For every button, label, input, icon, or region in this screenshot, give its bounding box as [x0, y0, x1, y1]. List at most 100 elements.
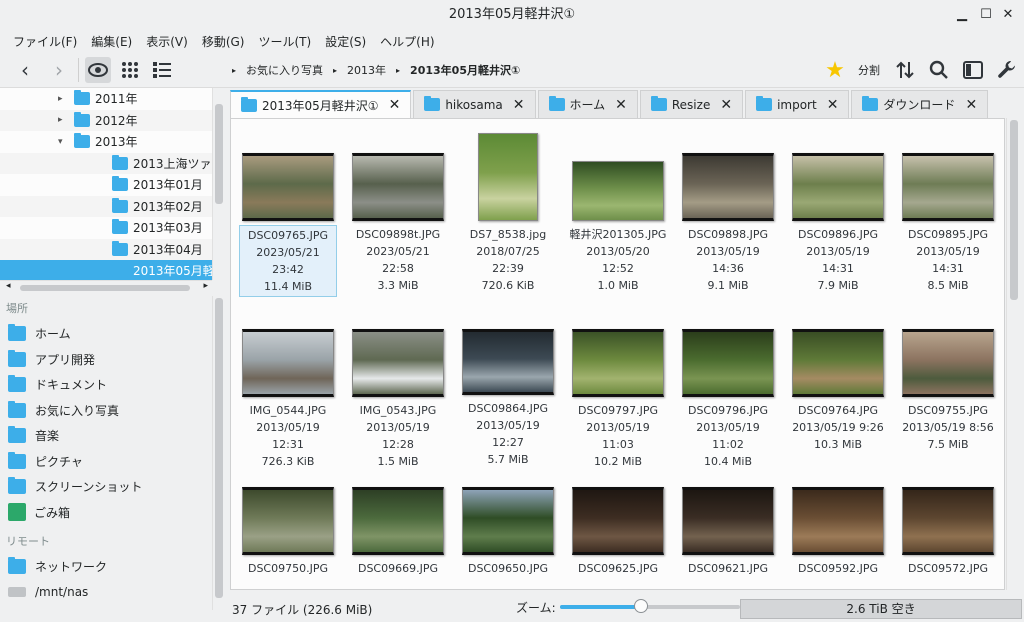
thumbnail-item[interactable]: IMG_0544.JPG 2013/05/19 12:31 726.3 KiB: [239, 303, 337, 471]
photo-thumbnail[interactable]: [902, 487, 994, 555]
remote-item[interactable]: /mnt/nas: [0, 580, 212, 606]
place-item[interactable]: ピクチャ: [0, 449, 212, 475]
thumbnail-item[interactable]: DSC09621.JPG: [679, 461, 777, 578]
maximize-button[interactable]: ☐: [974, 0, 998, 30]
photo-thumbnail[interactable]: [352, 487, 444, 555]
thumbnail-item[interactable]: DSC09592.JPG: [789, 461, 887, 578]
thumbnail-item[interactable]: DSC09625.JPG: [569, 461, 667, 578]
photo-thumbnail[interactable]: [682, 329, 774, 397]
minimize-button[interactable]: ▁: [950, 0, 974, 30]
photo-thumbnail[interactable]: [352, 329, 444, 397]
photo-thumbnail[interactable]: [682, 153, 774, 221]
close-tab-icon[interactable]: ✕: [615, 97, 627, 113]
close-tab-icon[interactable]: ✕: [827, 97, 839, 113]
photo-thumbnail[interactable]: [902, 329, 994, 397]
thumbnail-item[interactable]: DSC09796.JPG 2013/05/19 11:02 10.4 MiB: [679, 303, 777, 471]
photo-thumbnail[interactable]: [462, 329, 554, 395]
place-item[interactable]: ドキュメント: [0, 372, 212, 398]
photo-thumbnail[interactable]: [462, 487, 554, 555]
tab[interactable]: Resize ✕: [639, 90, 744, 118]
breadcrumb-item[interactable]: お気に入り写真: [246, 62, 323, 78]
tree-hscrollbar-thumb[interactable]: [20, 285, 190, 291]
zoom-slider[interactable]: [560, 596, 740, 622]
photo-thumbnail[interactable]: [478, 133, 538, 221]
tree-item[interactable]: 2013年01月: [0, 174, 212, 196]
scroll-right-icon[interactable]: ▸: [203, 281, 208, 291]
split-button[interactable]: 分割: [858, 62, 880, 78]
thumbnail-item[interactable]: DSC09669.JPG: [349, 461, 447, 578]
scroll-left-icon[interactable]: ◂: [6, 281, 11, 291]
place-item[interactable]: お気に入り写真: [0, 398, 212, 424]
tree-item[interactable]: ▸ 2011年: [0, 88, 212, 110]
menu-item[interactable]: 設定(S): [318, 33, 373, 50]
content-scrollbar[interactable]: [1006, 118, 1020, 590]
collapse-icon[interactable]: ▾: [58, 137, 74, 147]
tab[interactable]: ホーム ✕: [537, 90, 638, 118]
expand-icon[interactable]: ▸: [58, 115, 74, 125]
menu-item[interactable]: ファイル(F): [6, 33, 84, 50]
thumbnail-item[interactable]: DSC09572.JPG: [899, 461, 997, 578]
thumbnail-item[interactable]: DSC09898.JPG 2013/05/19 14:36 9.1 MiB: [679, 127, 777, 295]
place-item[interactable]: ホーム: [0, 321, 212, 347]
thumbnail-item[interactable]: DSC09864.JPG 2013/05/19 12:27 5.7 MiB: [459, 303, 557, 469]
tab[interactable]: import ✕: [745, 90, 850, 118]
tree-item[interactable]: ▾ 2013年: [0, 131, 212, 153]
tree-scrollbar[interactable]: [212, 88, 224, 280]
panel-icon[interactable]: [960, 57, 986, 83]
remote-item[interactable]: ネットワーク: [0, 554, 212, 580]
tree-item[interactable]: 2013年04月: [0, 238, 212, 260]
menu-item[interactable]: 表示(V): [139, 33, 195, 50]
close-button[interactable]: ✕: [996, 0, 1020, 30]
photo-thumbnail[interactable]: [572, 161, 664, 221]
photo-thumbnail[interactable]: [792, 487, 884, 555]
places-scrollbar[interactable]: [212, 296, 224, 610]
thumbnail-item[interactable]: DSC09895.JPG 2013/05/19 14:31 8.5 MiB: [899, 127, 997, 295]
tree-hscrollbar[interactable]: ◂ ▸: [0, 280, 212, 294]
search-icon[interactable]: [926, 57, 952, 83]
photo-thumbnail[interactable]: [242, 329, 334, 397]
place-item[interactable]: スクリーンショット: [0, 474, 212, 500]
thumbnail-item[interactable]: DSC09750.JPG: [239, 461, 337, 578]
photo-thumbnail[interactable]: [572, 329, 664, 397]
tree-item[interactable]: 2013上海ツァー: [0, 152, 212, 174]
star-icon[interactable]: ★: [822, 57, 848, 83]
photo-thumbnail[interactable]: [682, 487, 774, 555]
thumbnail-item[interactable]: 軽井沢201305.JPG 2013/05/20 12:52 1.0 MiB: [569, 127, 667, 295]
tree-item[interactable]: ▸ 2012年: [0, 109, 212, 131]
places-scrollbar-thumb[interactable]: [215, 298, 223, 598]
photo-thumbnail[interactable]: [572, 487, 664, 555]
back-icon[interactable]: ‹: [12, 57, 38, 83]
thumbnail-item[interactable]: DSC09764.JPG 2013/05/19 9:26 10.3 MiB: [789, 303, 887, 454]
photo-thumbnail[interactable]: [242, 153, 334, 221]
close-tab-icon[interactable]: ✕: [720, 97, 732, 113]
place-item[interactable]: 音楽: [0, 423, 212, 449]
icon-view-icon[interactable]: [117, 57, 143, 83]
menu-item[interactable]: 編集(E): [84, 33, 139, 50]
thumbnail-item[interactable]: DSC09797.JPG 2013/05/19 11:03 10.2 MiB: [569, 303, 667, 471]
breadcrumb-item[interactable]: 2013年05月軽井沢①: [410, 62, 520, 78]
menu-item[interactable]: ヘルプ(H): [373, 33, 441, 50]
close-tab-icon[interactable]: ✕: [965, 97, 977, 113]
place-item[interactable]: アプリ開発: [0, 347, 212, 373]
photo-thumbnail[interactable]: [792, 153, 884, 221]
tab[interactable]: ダウンロード ✕: [851, 90, 989, 118]
tab[interactable]: 2013年05月軽井沢① ✕: [230, 90, 412, 118]
thumbnail-item[interactable]: DSC09896.JPG 2013/05/19 14:31 7.9 MiB: [789, 127, 887, 295]
place-item[interactable]: ごみ箱: [0, 500, 212, 526]
photo-thumbnail[interactable]: [242, 487, 334, 555]
thumbnail-item[interactable]: DS7_8538.jpg 2018/07/25 22:39 720.6 KiB: [459, 127, 557, 295]
close-tab-icon[interactable]: ✕: [513, 97, 525, 113]
photo-thumbnail[interactable]: [352, 153, 444, 221]
wrench-icon[interactable]: [994, 57, 1020, 83]
sort-icon[interactable]: [892, 57, 918, 83]
forward-icon[interactable]: ›: [46, 57, 72, 83]
photo-thumbnail[interactable]: [792, 329, 884, 397]
details-view-icon[interactable]: [149, 57, 175, 83]
thumbnail-item[interactable]: IMG_0543.JPG 2013/05/19 12:28 1.5 MiB: [349, 303, 447, 471]
thumbnail-item[interactable]: DSC09898t.JPG 2023/05/21 22:58 3.3 MiB: [349, 127, 447, 295]
tree-scrollbar-thumb[interactable]: [215, 104, 223, 204]
expand-icon[interactable]: ▸: [58, 94, 74, 104]
thumbnail-item[interactable]: DSC09755.JPG 2013/05/19 8:56 7.5 MiB: [899, 303, 997, 454]
breadcrumb-item[interactable]: 2013年: [347, 62, 386, 78]
tab[interactable]: hikosama ✕: [413, 90, 536, 118]
